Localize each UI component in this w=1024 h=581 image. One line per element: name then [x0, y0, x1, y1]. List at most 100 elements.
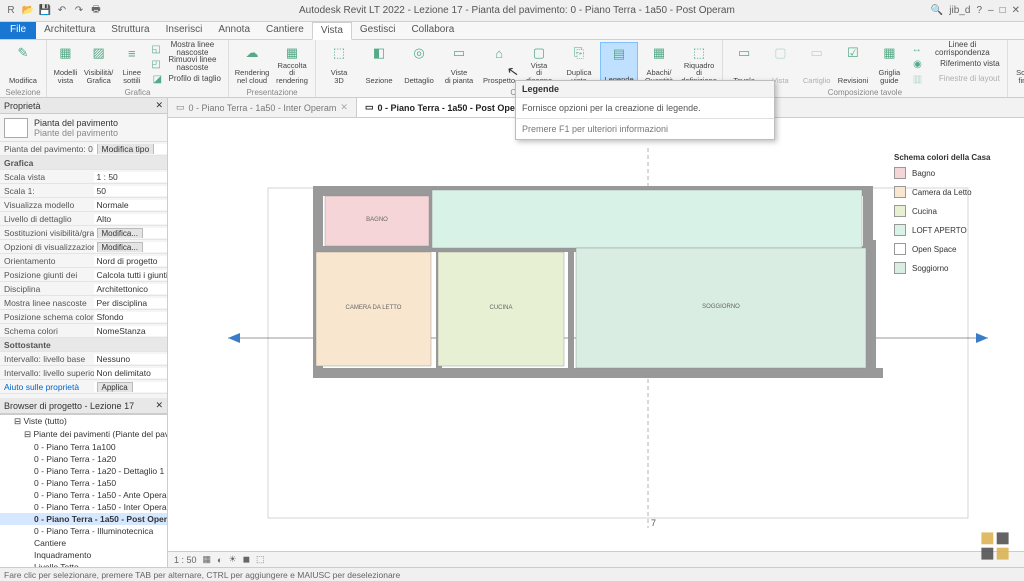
- print-icon[interactable]: 🖶: [89, 4, 103, 18]
- min-icon[interactable]: –: [988, 5, 994, 16]
- user-label[interactable]: jib_d: [949, 5, 970, 16]
- legend-row: Open Space: [894, 243, 1004, 255]
- undo-icon[interactable]: ↶: [55, 4, 69, 18]
- browser-node[interactable]: 0 - Piano Terra - 1a50 - Inter Operam: [0, 501, 167, 513]
- tool-cartiglio[interactable]: ▭Cartiglio: [800, 42, 834, 86]
- svg-text:BAGNO: BAGNO: [366, 217, 388, 223]
- prop-row[interactable]: Posizione giunti deiCalcola tutti i giun…: [0, 268, 167, 282]
- view-tab[interactable]: ▭0 - Piano Terra - 1a50 - Inter Operam✕: [168, 98, 357, 117]
- tool-icon: ⌂: [490, 44, 508, 62]
- tool-dettaglio[interactable]: ◎Dettaglio: [400, 42, 438, 86]
- browser-node[interactable]: 0 - Piano Terra - 1a20: [0, 453, 167, 465]
- canvas[interactable]: 7 BAGNOCAMERA DA LETTOCUCINASOGGIORNO Sc…: [168, 118, 1024, 551]
- project-browser[interactable]: ⊟ Viste (tutto)⊟ Piante dei pavimenti (P…: [0, 414, 167, 567]
- browser-node[interactable]: ⊟ Viste (tutto): [0, 415, 167, 428]
- close-tab-icon[interactable]: ✕: [340, 102, 348, 113]
- tab-struttura[interactable]: Struttura: [103, 22, 157, 39]
- open-icon[interactable]: 📂: [21, 4, 35, 18]
- detail-icon[interactable]: ▦: [203, 554, 212, 565]
- crop-icon[interactable]: ⬚: [256, 554, 265, 565]
- tab-inserisci[interactable]: Inserisci: [158, 22, 211, 39]
- legend-swatch: [894, 205, 906, 217]
- browser-node[interactable]: Livello Tetto: [0, 561, 167, 567]
- prop-row[interactable]: Intervallo: livello superioreNon delimit…: [0, 366, 167, 380]
- info-icon[interactable]: 🔍: [931, 5, 943, 16]
- tool-griglia[interactable]: ▦Grigliaguide: [872, 42, 906, 86]
- watermark-logo: [978, 529, 1012, 563]
- prop-row[interactable]: Visualizza modelloNormale: [0, 198, 167, 212]
- tool-rendering[interactable]: ☁Renderingnel cloud: [233, 42, 271, 86]
- prop-row[interactable]: Mostra linee nascostePer disciplina: [0, 296, 167, 310]
- browser-node[interactable]: 0 - Piano Terra - 1a20 - Dettaglio 1: [0, 465, 167, 477]
- instance-dropdown[interactable]: Pianta del pavimento: 0 - Piano Terra - …: [0, 142, 167, 156]
- redo-icon[interactable]: ↷: [72, 4, 86, 18]
- tool-scambia[interactable]: ⇄Scambiafinestre: [1012, 42, 1024, 86]
- prop-row[interactable]: Schema coloriNomeStanza: [0, 324, 167, 338]
- edit-button[interactable]: Modifica...: [97, 242, 143, 252]
- scale-label[interactable]: 1 : 50: [174, 555, 197, 565]
- tool-icon: ▢: [771, 44, 789, 62]
- legend-swatch: [894, 224, 906, 236]
- tool-sezione[interactable]: ◧Sezione: [360, 42, 398, 86]
- browser-node[interactable]: ⊟ Piante dei pavimenti (Piante del pavim…: [0, 428, 167, 441]
- tab-gestisci[interactable]: Gestisci: [352, 22, 404, 39]
- prop-row[interactable]: Scala 1:50: [0, 184, 167, 198]
- tab-vista[interactable]: Vista: [312, 22, 352, 40]
- edit-type-button[interactable]: Modifica tipo: [97, 144, 155, 154]
- tab-cantiere[interactable]: Cantiere: [258, 22, 312, 39]
- prop-row[interactable]: Intervallo: livello baseNessuno: [0, 352, 167, 366]
- prop-row[interactable]: Opzioni di visualizzazioneModifica...: [0, 240, 167, 254]
- plan-icon: ▭: [176, 102, 185, 113]
- tool-modelli[interactable]: ▦Modellivista: [51, 42, 80, 86]
- max-icon[interactable]: □: [1000, 5, 1006, 16]
- file-tab[interactable]: File: [0, 22, 36, 39]
- tool-linee[interactable]: ≡Lineesottili: [117, 42, 146, 86]
- close-icon[interactable]: ✕: [1012, 5, 1020, 16]
- help-icon[interactable]: ?: [976, 5, 982, 16]
- tool-modifica[interactable]: ✎Modifica: [4, 42, 42, 86]
- tool-vista[interactable]: ⬚Vista3D: [320, 42, 358, 86]
- prop-row[interactable]: Sostituzioni visibilità/graficaModifica.…: [0, 226, 167, 240]
- sun-icon[interactable]: ☀: [228, 554, 236, 565]
- tool-linee di corrispondenza[interactable]: ↔Linee di corrispondenza: [908, 42, 1002, 56]
- tool-riferimento vista[interactable]: ◉Riferimento vista: [908, 57, 1002, 71]
- tool-revisioni[interactable]: ☑Revisioni: [836, 42, 870, 86]
- browser-node[interactable]: 0 - Piano Terra - 1a50: [0, 477, 167, 489]
- browser-node[interactable]: 0 - Piano Terra - 1a50 - Post Operam: [0, 513, 167, 525]
- shadow-icon[interactable]: ◼: [243, 554, 250, 565]
- prop-row[interactable]: Posizione schema coloriSfondo: [0, 310, 167, 324]
- statusbar: Fare clic per selezionare, premere TAB p…: [0, 567, 1024, 581]
- color-legend: Schema colori della Casa BagnoCamera da …: [894, 153, 1004, 281]
- tool-mostra linee nascoste[interactable]: ◱Mostra linee nascoste: [148, 42, 224, 56]
- tool-rimuovi linee nascoste[interactable]: ◰Rimuovi linee nascoste: [148, 57, 224, 71]
- save-icon[interactable]: 💾: [38, 4, 52, 18]
- browser-node[interactable]: 0 - Piano Terra 1a100: [0, 441, 167, 453]
- tool-profilo di taglio[interactable]: ◪Profilo di taglio: [148, 72, 224, 86]
- close-browser-icon[interactable]: ✕: [155, 400, 163, 411]
- prop-row[interactable]: Livello di dettaglioAlto: [0, 212, 167, 226]
- tool-visibilità/[interactable]: ▨Visibilità/Grafica: [82, 42, 115, 86]
- help-link[interactable]: Aiuto sulle proprietà: [4, 382, 79, 392]
- prop-row[interactable]: OrientamentoNord di progetto: [0, 254, 167, 268]
- close-panel-icon[interactable]: ✕: [155, 100, 163, 111]
- view-control-bar[interactable]: 1 : 50 ▦ ◐ ☀ ◼ ⬚: [168, 551, 1024, 567]
- prop-row[interactable]: DisciplinaArchitettonico: [0, 282, 167, 296]
- type-sub: Piante del pavimento: [34, 128, 118, 138]
- browser-node[interactable]: 0 - Piano Terra - 1a50 - Ante Operam: [0, 489, 167, 501]
- browser-node[interactable]: 0 - Piano Terra - Illuminotecnica: [0, 525, 167, 537]
- edit-button[interactable]: Modifica...: [97, 228, 143, 238]
- tool-raccolta[interactable]: ▦Raccoltadi rendering: [273, 42, 311, 86]
- visual-style-icon[interactable]: ◐: [217, 555, 222, 565]
- apply-button[interactable]: Applica: [97, 382, 133, 392]
- tab-annota[interactable]: Annota: [210, 22, 258, 39]
- tool-finestre di layout[interactable]: ▥Finestre di layout: [908, 72, 1002, 86]
- tool-icon: ◎: [410, 44, 428, 62]
- type-selector[interactable]: Pianta del pavimento Piante del paviment…: [0, 114, 167, 142]
- tool-viste[interactable]: ▭Vistedi pianta: [440, 42, 478, 86]
- browser-node[interactable]: Cantiere: [0, 537, 167, 549]
- tab-collabora[interactable]: Collabora: [403, 22, 462, 39]
- legend-row: LOFT APERTO: [894, 224, 1004, 236]
- prop-row[interactable]: Scala vista1 : 50: [0, 170, 167, 184]
- browser-node[interactable]: Inquadramento: [0, 549, 167, 561]
- tab-architettura[interactable]: Architettura: [36, 22, 103, 39]
